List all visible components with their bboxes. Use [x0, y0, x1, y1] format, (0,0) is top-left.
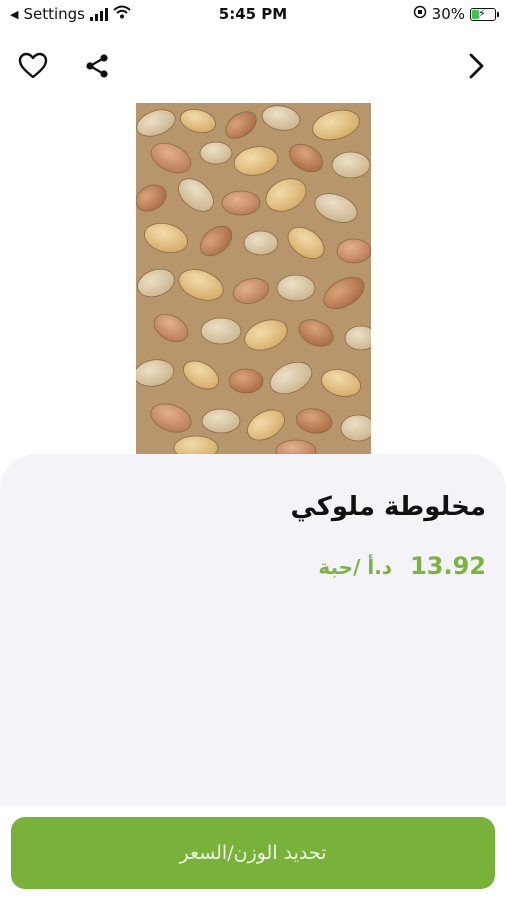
product-details-sheet: مخلوطة ملوكي 13.92 د.أ /حبة — [0, 454, 506, 806]
select-weight-price-button[interactable]: تحديد الوزن/السعر — [11, 817, 495, 889]
product-image — [136, 103, 371, 454]
battery-icon: ⚡ — [470, 7, 499, 21]
price-row: 13.92 د.أ /حبة — [318, 552, 486, 580]
share-icon — [86, 54, 108, 78]
heart-outline-icon — [18, 52, 48, 79]
bottom-bar: تحديد الوزن/السعر — [0, 806, 506, 900]
price-unit: د.أ /حبة — [318, 555, 393, 579]
status-bar: ◀ Settings 5:45 PM 30% ⚡ — [0, 0, 506, 30]
next-button[interactable] — [456, 46, 496, 86]
orientation-lock-icon — [413, 5, 427, 23]
mixed-nuts-image — [136, 103, 371, 454]
share-button[interactable] — [77, 46, 117, 86]
favorite-button[interactable] — [13, 46, 53, 86]
battery-percent: 30% — [431, 5, 465, 23]
product-name: مخلوطة ملوكي — [290, 492, 487, 522]
top-nav — [0, 46, 506, 90]
chevron-right-icon — [469, 53, 484, 79]
status-right: 30% ⚡ — [413, 5, 499, 23]
price-value: 13.92 — [410, 552, 486, 580]
